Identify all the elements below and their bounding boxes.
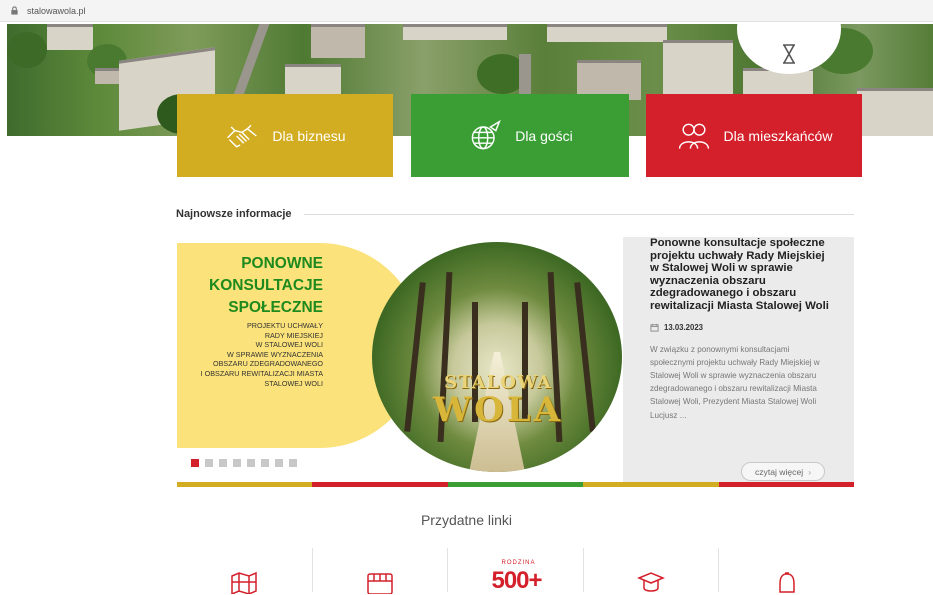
news-slider[interactable]: PONOWNE KONSULTACJE SPOŁECZNE PROJEKTU U… xyxy=(177,237,854,482)
slide-dot[interactable] xyxy=(219,459,227,467)
tile-label: Dla mieszkańców xyxy=(723,127,833,144)
news-lead: W związku z ponownymi konsultacjami społ… xyxy=(650,344,820,420)
rodzina-500-plus-logo: RODZINA 500+ xyxy=(491,560,542,594)
stalowa-wola-wordmark: STALOWA WOLA xyxy=(432,372,564,430)
link-city-map[interactable] xyxy=(177,548,313,594)
promo-small-text: PROJEKTU UCHWAŁY RADY MIEJSKIEJ W STALOW… xyxy=(200,321,323,388)
slide-dot[interactable] xyxy=(205,459,213,467)
link-bus[interactable] xyxy=(313,548,449,594)
slide-image[interactable]: PONOWNE KONSULTACJE SPOŁECZNE PROJEKTU U… xyxy=(177,237,623,482)
link-education[interactable] xyxy=(584,548,720,592)
globe-plane-icon xyxy=(471,119,502,149)
color-stripe xyxy=(177,482,855,487)
read-more-button[interactable]: czytaj więcej › xyxy=(741,462,825,481)
alarm-bell-icon xyxy=(778,572,795,593)
slide-dot[interactable] xyxy=(233,459,241,467)
section-header-news: Najnowsze informacje xyxy=(176,208,854,220)
tile-dla-biznesu[interactable]: Dla biznesu xyxy=(177,94,393,177)
handshake-icon xyxy=(227,124,258,148)
divider xyxy=(303,213,854,215)
section-title: Najnowsze informacje xyxy=(176,208,292,220)
useful-links-row: RODZINA 500+ xyxy=(177,548,854,594)
useful-links-title: Przydatne linki xyxy=(420,512,513,528)
slide-dot[interactable] xyxy=(261,459,269,467)
link-rodzina-500[interactable]: RODZINA 500+ xyxy=(448,548,584,594)
tile-label: Dla gości xyxy=(515,127,573,144)
stripe-segment xyxy=(718,482,855,487)
tile-dla-mieszkancow[interactable]: Dla mieszkańców xyxy=(646,94,862,177)
slider-pagination[interactable] xyxy=(191,459,297,467)
calendar-icon xyxy=(650,323,659,332)
graduation-cap-icon xyxy=(637,572,666,592)
city-map-icon xyxy=(231,571,258,594)
browser-address-bar[interactable]: stalowawola.pl xyxy=(0,0,933,22)
slide-text-panel: Ponowne konsultacje społeczne projektu u… xyxy=(650,237,830,422)
promo-line: SPOŁECZNE xyxy=(228,299,323,316)
lock-icon xyxy=(11,6,18,15)
slide-dot[interactable] xyxy=(275,459,283,467)
stripe-segment xyxy=(447,482,584,487)
stripe-segment xyxy=(312,482,448,487)
url-text: stalowawola.pl xyxy=(27,5,86,16)
slide-dot[interactable] xyxy=(289,459,297,467)
slide-dot[interactable] xyxy=(247,459,255,467)
hourglass-icon xyxy=(783,44,795,64)
people-icon xyxy=(678,123,709,149)
slide-dot[interactable] xyxy=(191,459,199,467)
promo-text: PONOWNE KONSULTACJE SPOŁECZNE PROJEKTU U… xyxy=(177,253,323,388)
stripe-segment xyxy=(177,482,313,487)
news-title[interactable]: Ponowne konsultacje społeczne projektu u… xyxy=(650,237,830,313)
stripe-segment xyxy=(583,482,719,487)
chevron-right-icon: › xyxy=(808,466,812,477)
link-alerts[interactable] xyxy=(719,548,854,593)
promo-line: PONOWNE xyxy=(241,255,323,272)
tree-alley-photo: STALOWA WOLA xyxy=(372,242,622,472)
bus-icon xyxy=(367,573,393,594)
tile-dla-gosci[interactable]: Dla gości xyxy=(411,94,629,177)
tile-label: Dla biznesu xyxy=(272,127,346,144)
promo-line: KONSULTACJE xyxy=(209,277,323,294)
news-date: 13.03.2023 xyxy=(650,323,830,332)
